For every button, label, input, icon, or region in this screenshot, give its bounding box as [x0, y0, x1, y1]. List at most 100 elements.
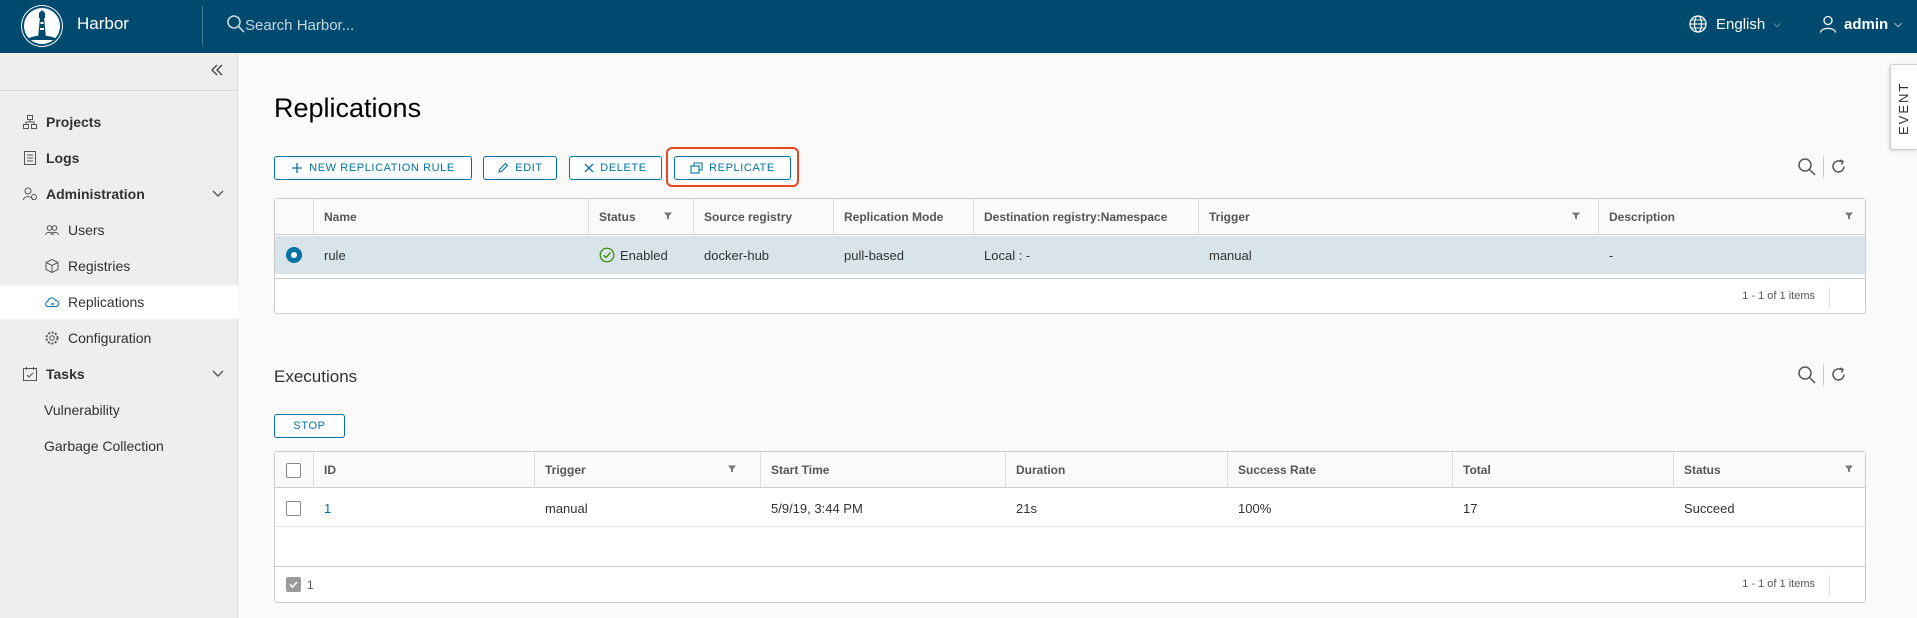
rule-description: -: [1609, 247, 1614, 263]
rule-status: Enabled: [620, 247, 668, 263]
footer-divider: [1829, 287, 1830, 307]
executions-grid: ID Trigger Start Time Duration Success R…: [274, 451, 1866, 603]
button-label: NEW REPLICATION RULE: [309, 162, 455, 174]
row-radio-selected[interactable]: [286, 247, 302, 263]
rule-name: rule: [324, 247, 346, 263]
footer-divider: [1829, 575, 1830, 595]
sidebar-item-garbage-collection[interactable]: Garbage Collection: [0, 429, 238, 463]
check-circle-icon: [599, 247, 615, 263]
execution-status: Succeed: [1684, 500, 1735, 516]
column-header-id[interactable]: ID: [313, 452, 336, 488]
sidebar-item-label: Logs: [46, 150, 80, 166]
sidebar-item-label: Tasks: [46, 366, 85, 382]
select-all-checkbox[interactable]: [286, 462, 301, 478]
grid-footer: 1 - 1 of 1 items: [275, 278, 1865, 314]
tasks-icon: [23, 367, 37, 381]
sidebar-item-label: Replications: [68, 294, 145, 310]
page-title: Replications: [274, 93, 422, 123]
sidebar-item-registries[interactable]: Registries: [0, 249, 238, 283]
refresh-icon[interactable]: [1829, 365, 1848, 384]
sidebar-item-tasks[interactable]: Tasks: [0, 357, 238, 391]
select-all-cell[interactable]: [275, 452, 301, 488]
execution-start-time: 5/9/19, 3:44 PM: [771, 500, 863, 516]
grid-header: ID Trigger Start Time Duration Success R…: [275, 452, 1865, 488]
sidebar-item-vulnerability[interactable]: Vulnerability: [0, 393, 238, 427]
execution-trigger: manual: [545, 500, 588, 516]
filter-icon[interactable]: [1571, 211, 1581, 221]
pencil-icon: [498, 162, 509, 173]
globe-icon: [1689, 15, 1707, 33]
row-checkbox[interactable]: [286, 500, 301, 516]
column-header-duration[interactable]: Duration: [1005, 452, 1065, 488]
selected-count: 1: [307, 577, 314, 592]
stop-button[interactable]: STOP: [274, 414, 345, 438]
sidebar-item-label: Administration: [46, 186, 145, 202]
event-tab[interactable]: EVENT: [1890, 64, 1917, 150]
sidebar-item-users[interactable]: Users: [0, 213, 238, 247]
grid-header: Name Status Source registry Replication …: [275, 199, 1865, 235]
user-menu[interactable]: admin ⌵: [1818, 12, 1902, 36]
button-label: DELETE: [600, 162, 647, 174]
column-header-name[interactable]: Name: [313, 199, 357, 235]
chevron-down-icon: [212, 370, 224, 377]
column-header-trigger[interactable]: Trigger: [534, 452, 586, 488]
sidebar-item-projects[interactable]: Projects: [0, 105, 238, 139]
username: admin: [1844, 15, 1889, 33]
filter-icon[interactable]: [727, 464, 737, 474]
column-header-status[interactable]: Status: [588, 199, 636, 235]
search-icon[interactable]: [1797, 365, 1817, 385]
brand-name[interactable]: Harbor: [77, 14, 129, 34]
column-header-success-rate[interactable]: Success Rate: [1227, 452, 1316, 488]
delete-button[interactable]: DELETE: [569, 156, 662, 180]
sidebar-item-logs[interactable]: Logs: [0, 141, 238, 175]
column-header-source-registry[interactable]: Source registry: [693, 199, 792, 235]
new-replication-rule-button[interactable]: NEW REPLICATION RULE: [274, 156, 472, 180]
selected-count-indicator: 1: [286, 577, 314, 592]
logs-icon: [24, 151, 36, 165]
button-label: EDIT: [515, 162, 543, 174]
sidebar-item-label: Garbage Collection: [44, 438, 164, 454]
grid-footer: 1 1 - 1 of 1 items: [275, 566, 1865, 602]
column-header-start-time[interactable]: Start Time: [760, 452, 829, 488]
chevron-down-icon: ⌵: [1773, 18, 1781, 30]
sidebar-item-configuration[interactable]: Configuration: [0, 321, 238, 355]
filter-icon[interactable]: [1844, 464, 1854, 474]
rule-destination: Local : -: [984, 247, 1031, 263]
pagination-count: 1 - 1 of 1 items: [1742, 290, 1815, 302]
sidebar-item-replications[interactable]: Replications: [0, 285, 238, 319]
table-row[interactable]: 1 manual 5/9/19, 3:44 PM 21s 100% 17 Suc…: [275, 489, 1865, 527]
refresh-icon[interactable]: [1829, 157, 1848, 176]
sidebar-item-administration[interactable]: Administration: [0, 177, 238, 211]
column-header-description[interactable]: Description: [1598, 199, 1675, 235]
rule-status-cell: Enabled: [588, 236, 668, 274]
filter-icon[interactable]: [663, 211, 673, 221]
execution-id-link[interactable]: 1: [313, 489, 331, 527]
column-header-replication-mode[interactable]: Replication Mode: [833, 199, 943, 235]
toolbar-divider: [1823, 156, 1824, 178]
row-select-cell[interactable]: [275, 236, 302, 274]
global-search-input[interactable]: [245, 12, 505, 38]
execution-total: 17: [1463, 500, 1478, 516]
search-icon[interactable]: [1797, 157, 1817, 177]
rule-source-registry: docker-hub: [704, 247, 770, 263]
sidebar-item-label: Users: [68, 222, 105, 238]
column-header-destination[interactable]: Destination registry:Namespace: [973, 199, 1167, 235]
administration-icon: [23, 187, 37, 201]
language-label: English: [1716, 15, 1766, 33]
row-select-cell[interactable]: [275, 489, 301, 527]
language-selector[interactable]: English ⌵: [1688, 12, 1781, 36]
table-row[interactable]: rule Enabled docker-hub pull-based Local…: [275, 236, 1865, 274]
column-header-status[interactable]: Status: [1673, 452, 1721, 488]
gear-icon: [45, 331, 59, 345]
collapse-sidebar-icon[interactable]: [210, 63, 224, 77]
button-label: STOP: [293, 420, 326, 432]
replicate-button[interactable]: REPLICATE: [674, 156, 791, 180]
column-header-trigger[interactable]: Trigger: [1198, 199, 1250, 235]
edit-button[interactable]: EDIT: [483, 156, 557, 180]
harbor-logo-icon[interactable]: [21, 5, 63, 47]
column-header-total[interactable]: Total: [1452, 452, 1491, 488]
registries-icon: [45, 258, 59, 274]
execution-success-rate: 100%: [1238, 500, 1272, 516]
plus-icon: [292, 163, 303, 173]
filter-icon[interactable]: [1844, 211, 1854, 221]
